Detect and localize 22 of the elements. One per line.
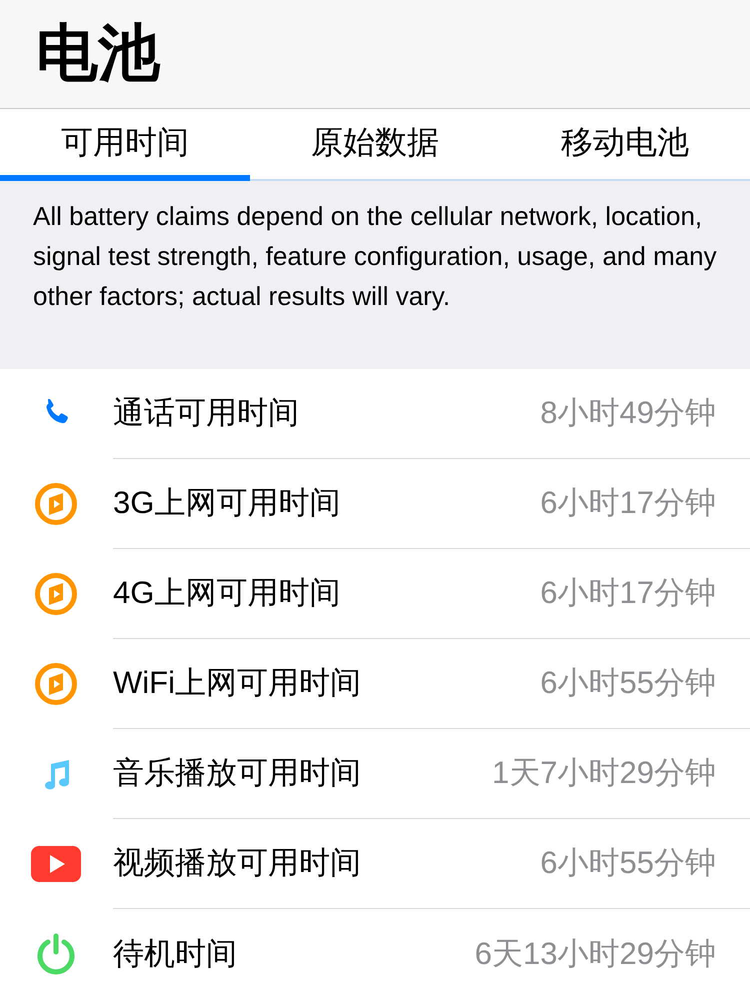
tab[interactable]: 移动电池 [500, 109, 750, 181]
row-label: 3G上网可用时间 [113, 484, 340, 522]
row-label: 音乐播放可用时间 [113, 754, 361, 792]
row-label: 视频播放可用时间 [113, 844, 361, 882]
play-icon [30, 846, 80, 882]
row-label: 待机时间 [113, 934, 237, 973]
row-label: WiFi上网可用时间 [113, 664, 361, 702]
row-value: 1天7小时29分钟 [492, 754, 716, 792]
compass-icon [34, 572, 78, 616]
compass-icon [34, 482, 78, 526]
tab[interactable]: 原始数据 [250, 109, 500, 181]
row-label: 通话可用时间 [113, 394, 299, 432]
row-value: 8小时49分钟 [540, 394, 716, 432]
row-value: 6小时55分钟 [540, 664, 716, 702]
row-value: 6天13小时29分钟 [474, 934, 716, 973]
row-value: 6小时17分钟 [540, 574, 716, 612]
compass-icon [34, 662, 78, 706]
page-title: 电池 [36, 23, 160, 85]
row-value: 6小时55分钟 [540, 844, 716, 882]
notice-text: All battery claims depend on the cellular network, location, signal test strength, feature configuration, usage, and many other factors; actual results will vary. [33, 200, 717, 313]
row-value: 6小时17分钟 [540, 484, 716, 522]
row-label: 4G上网可用时间 [113, 574, 340, 612]
